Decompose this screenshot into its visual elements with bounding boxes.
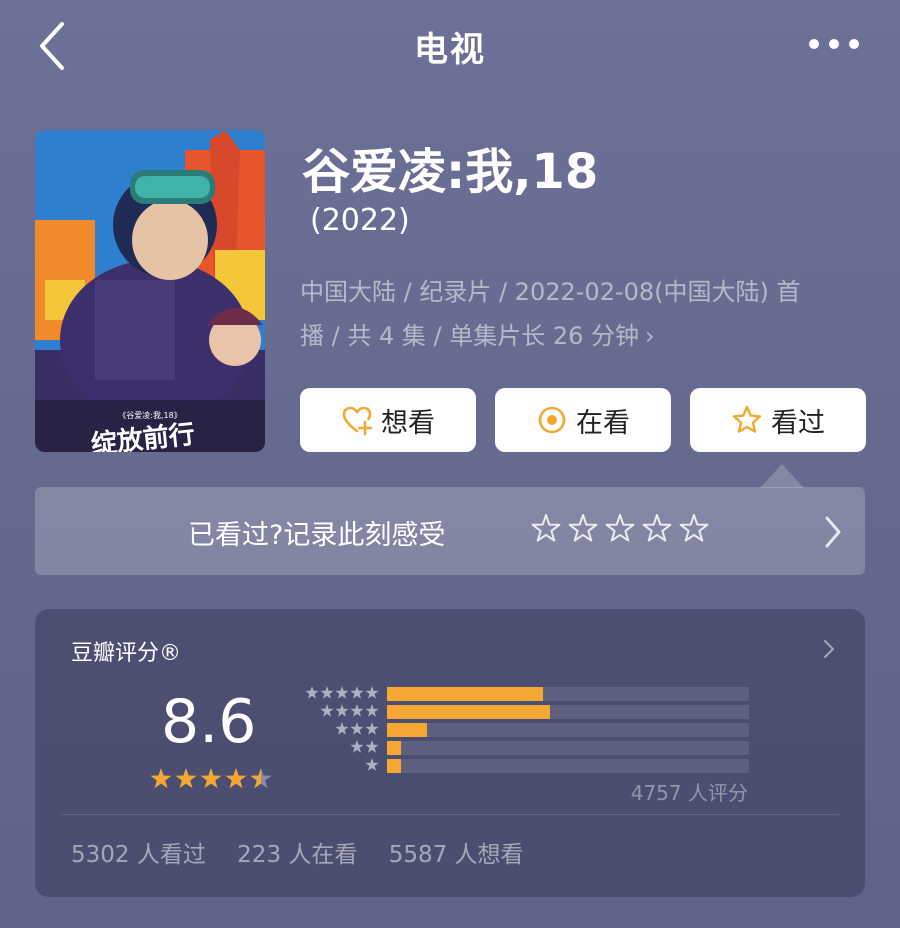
want-label: 想看	[381, 407, 435, 439]
watched-count[interactable]: 5302 人看过	[71, 842, 206, 868]
navigation-bar: 电视	[0, 0, 900, 92]
watching-button[interactable]: 在看	[495, 388, 671, 452]
chevron-right-icon[interactable]	[823, 639, 835, 659]
rating-bar-2	[387, 741, 749, 755]
movie-year: (2022)	[310, 203, 410, 238]
divider	[61, 814, 839, 815]
meta-line-1: 中国大陆 / 纪录片 / 2022-02-08(中国大陆) 首	[300, 278, 801, 306]
chevron-right-icon[interactable]	[823, 515, 843, 549]
meta-line-2: 播 / 共 4 集 / 单集片长 26 分钟 ›	[300, 314, 845, 358]
record-pointer	[760, 464, 804, 488]
watched-button[interactable]: 看过	[690, 388, 866, 452]
meta-line-2-text: 播 / 共 4 集 / 单集片长 26 分钟	[300, 322, 640, 350]
star-level-labels-icon	[305, 686, 379, 771]
star-outline-icon	[732, 405, 762, 433]
rating-count: 4757 人评分	[630, 781, 748, 805]
movie-meta[interactable]: 中国大陆 / 纪录片 / 2022-02-08(中国大陆) 首 播 / 共 4 …	[300, 270, 845, 358]
empty-rating-stars-icon[interactable]	[530, 513, 710, 547]
rating-label: 豆瓣评分®	[71, 641, 182, 666]
want-count[interactable]: 5587 人想看	[389, 842, 524, 868]
watching-count[interactable]: 223 人在看	[237, 842, 357, 868]
done-label: 看过	[771, 407, 825, 439]
douban-rating-card[interactable]: 豆瓣评分® 8.6 4757 人评分 5302 人看过 223 人在看 5587…	[35, 609, 865, 897]
rating-bar-3	[387, 723, 749, 737]
movie-title: 谷爱凌:我,18	[302, 144, 599, 200]
watch-stats: 5302 人看过 223 人在看 5587 人想看	[71, 835, 548, 869]
record-feeling-bar[interactable]: 已看过?记录此刻感受	[35, 487, 865, 575]
target-circle-icon	[538, 406, 566, 434]
poster-image[interactable]: 《谷爱凌:我,18》 绽放前行	[35, 130, 265, 452]
page-title: 电视	[414, 30, 486, 70]
rating-bar-5	[387, 687, 749, 701]
rating-bar-4	[387, 705, 749, 719]
score-stars-icon	[150, 768, 272, 789]
chevron-right-icon: ›	[645, 322, 655, 350]
heart-plus-icon	[342, 406, 373, 436]
want-to-watch-button[interactable]: 想看	[300, 388, 476, 452]
doing-label: 在看	[576, 407, 630, 439]
rating-distribution	[387, 687, 749, 777]
rating-bar-1	[387, 759, 749, 773]
record-prompt: 已看过?记录此刻感受	[188, 520, 446, 551]
poster-caption: 《谷爱凌:我,18》	[118, 410, 181, 420]
more-options-icon[interactable]	[806, 30, 862, 58]
rating-score: 8.6	[161, 687, 257, 757]
